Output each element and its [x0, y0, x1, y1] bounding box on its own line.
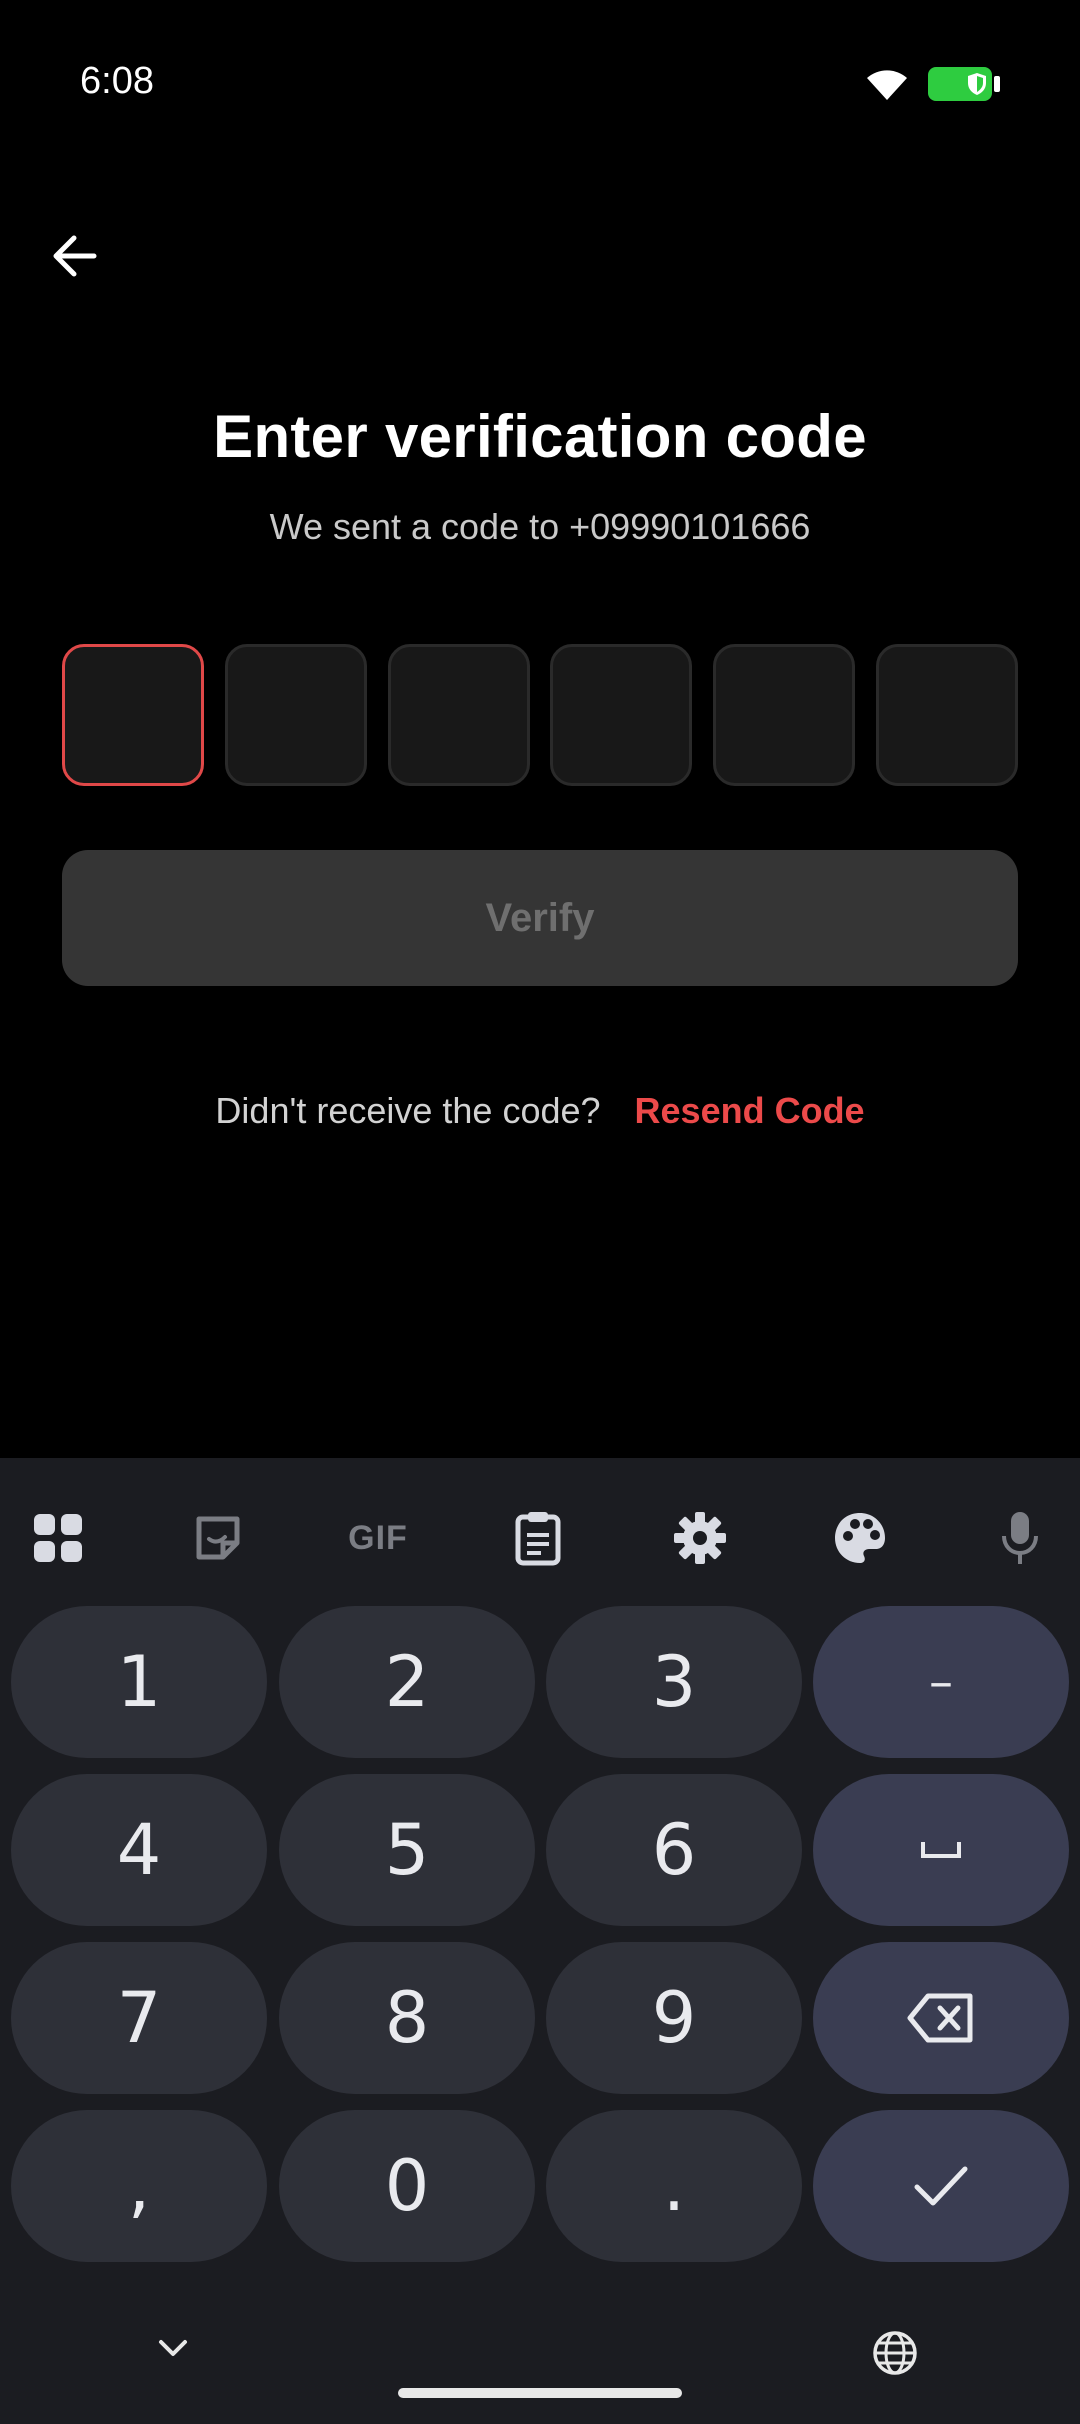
- key-8[interactable]: 8: [279, 1942, 535, 2094]
- home-indicator[interactable]: [398, 2388, 682, 2398]
- key-4[interactable]: 4: [11, 1774, 267, 1926]
- code-digit-1[interactable]: [62, 644, 204, 786]
- sticker-icon[interactable]: [168, 1488, 268, 1588]
- key-done[interactable]: [813, 2110, 1069, 2262]
- palette-icon[interactable]: [810, 1488, 910, 1588]
- key-3[interactable]: 3: [546, 1606, 802, 1758]
- key-5[interactable]: 5: [279, 1774, 535, 1926]
- status-icons: [864, 66, 1000, 102]
- key-2[interactable]: 2: [279, 1606, 535, 1758]
- key-comma[interactable]: ,: [11, 2110, 267, 2262]
- numeric-keyboard: GIF 1 2 3 – 4 5 6 7 8 9 , 0 .: [0, 1458, 1080, 2424]
- settings-icon[interactable]: [650, 1488, 750, 1588]
- key-7[interactable]: 7: [11, 1942, 267, 2094]
- code-input-row: [62, 644, 1018, 786]
- code-digit-2[interactable]: [224, 644, 367, 786]
- key-backspace[interactable]: [813, 1942, 1069, 2094]
- code-digit-4[interactable]: [550, 644, 693, 786]
- key-space[interactable]: [813, 1774, 1069, 1926]
- page-title: Enter verification code: [213, 403, 867, 470]
- arrow-left-icon: [53, 235, 97, 277]
- key-period[interactable]: .: [546, 2110, 802, 2262]
- backspace-icon: [907, 1993, 973, 2043]
- keyboard-toolbar: GIF: [0, 1488, 1080, 1588]
- back-button[interactable]: [44, 226, 104, 286]
- code-digit-3[interactable]: [387, 644, 530, 786]
- globe-icon[interactable]: [872, 2330, 918, 2381]
- status-time: 6:08: [80, 60, 154, 102]
- code-digit-6[interactable]: [875, 644, 1018, 786]
- resend-prompt: Didn't receive the code?: [215, 1090, 601, 1131]
- gif-button[interactable]: GIF: [328, 1488, 428, 1588]
- battery-icon: [928, 67, 1000, 101]
- microphone-icon[interactable]: [970, 1488, 1070, 1588]
- resend-code-link[interactable]: Resend Code: [635, 1090, 865, 1132]
- apps-grid-icon[interactable]: [8, 1488, 108, 1588]
- status-bar: 6:08: [0, 0, 1080, 170]
- wifi-icon: [864, 66, 910, 102]
- key-minus[interactable]: –: [813, 1606, 1069, 1758]
- keyboard-nav-bar: [0, 2304, 1080, 2424]
- hide-keyboard-icon[interactable]: [158, 2338, 188, 2363]
- checkmark-icon: [914, 2166, 968, 2206]
- code-digit-5[interactable]: [713, 644, 856, 786]
- shield-icon: [968, 73, 986, 95]
- key-9[interactable]: 9: [546, 1942, 802, 2094]
- key-0[interactable]: 0: [279, 2110, 535, 2262]
- key-1[interactable]: 1: [11, 1606, 267, 1758]
- key-6[interactable]: 6: [546, 1774, 802, 1926]
- resend-row: Didn't receive the code? Resend Code: [0, 1090, 1080, 1132]
- verify-button[interactable]: Verify: [62, 850, 1018, 986]
- space-icon: [921, 1842, 961, 1858]
- page-subtitle: We sent a code to +09990101666: [269, 506, 811, 547]
- clipboard-icon[interactable]: [488, 1488, 588, 1588]
